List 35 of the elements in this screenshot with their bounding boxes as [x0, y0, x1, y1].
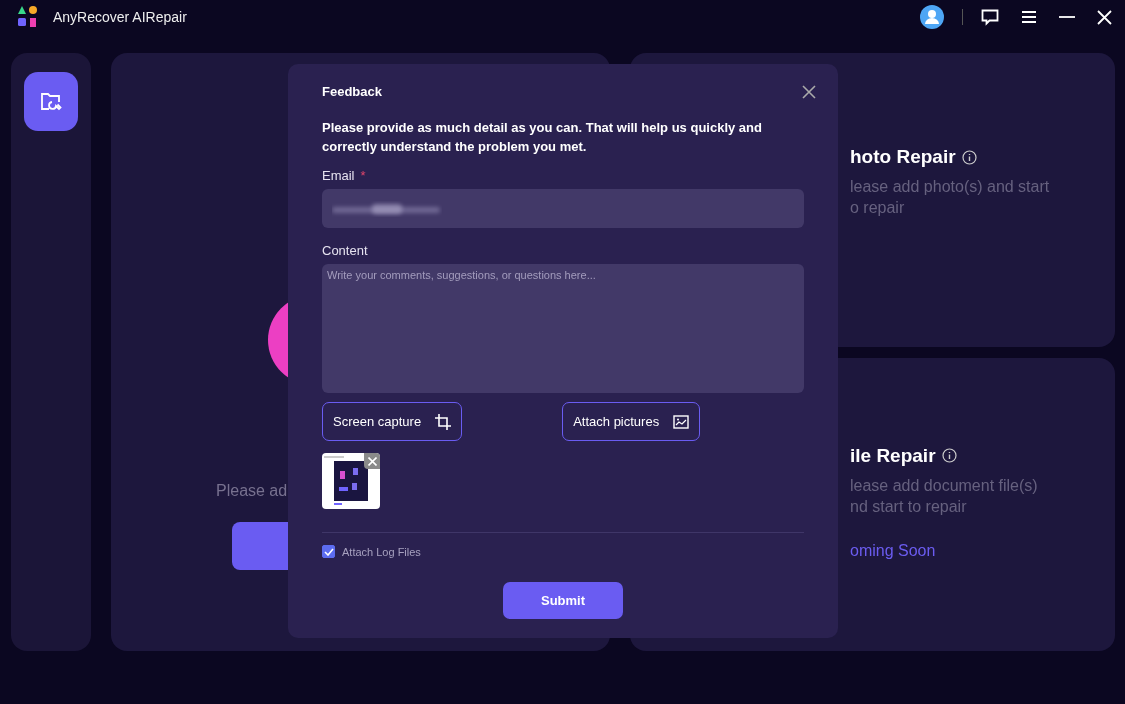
- card-description: lease add document file(s): [850, 475, 1039, 496]
- close-icon[interactable]: [802, 84, 816, 99]
- app-logo-icon: [17, 5, 39, 29]
- info-icon[interactable]: [941, 448, 957, 463]
- card-description: Please ad: [216, 482, 288, 500]
- card-title: ile Repair: [850, 444, 936, 467]
- card-description: lease add photo(s) and start: [850, 177, 1051, 197]
- checkbox-label: Attach Log Files: [342, 545, 421, 558]
- repair-tool-button[interactable]: [24, 72, 78, 131]
- feedback-icon[interactable]: [981, 8, 999, 26]
- dialog-intro: Please provide as much detail as you can. That will help us quickly and correctly understand the problem you met.: [322, 119, 763, 156]
- field-label: Email: [322, 168, 355, 183]
- image-icon: [673, 414, 690, 429]
- required-mark: *: [360, 168, 366, 183]
- minimize-icon[interactable]: [1059, 15, 1075, 19]
- content-field[interactable]: Write your comments, suggestions, or questions here...: [322, 264, 804, 393]
- checkbox[interactable]: [322, 545, 335, 558]
- crop-icon: [435, 413, 452, 430]
- submit-button[interactable]: Submit: [503, 582, 623, 619]
- card-description: o repair: [850, 198, 906, 218]
- info-icon[interactable]: [961, 149, 977, 165]
- card-description: nd start to repair: [850, 496, 968, 517]
- email-field[interactable]: [322, 189, 804, 228]
- field-label: Content: [322, 243, 368, 258]
- status-label: oming Soon: [850, 541, 937, 560]
- folder-wrench-icon: [40, 91, 62, 112]
- menu-icon[interactable]: [1021, 10, 1037, 24]
- app-title: AnyRecover AIRepair: [53, 9, 187, 25]
- remove-attachment-button[interactable]: [364, 453, 380, 469]
- dialog-title: Feedback: [322, 84, 382, 99]
- attach-button[interactable]: Attach pictures: [562, 402, 701, 441]
- card-title: hoto Repair: [850, 146, 956, 168]
- close-icon: [367, 456, 377, 466]
- user-avatar-icon[interactable]: [920, 5, 944, 29]
- screen-capture-button[interactable]: Screen capture: [322, 402, 463, 441]
